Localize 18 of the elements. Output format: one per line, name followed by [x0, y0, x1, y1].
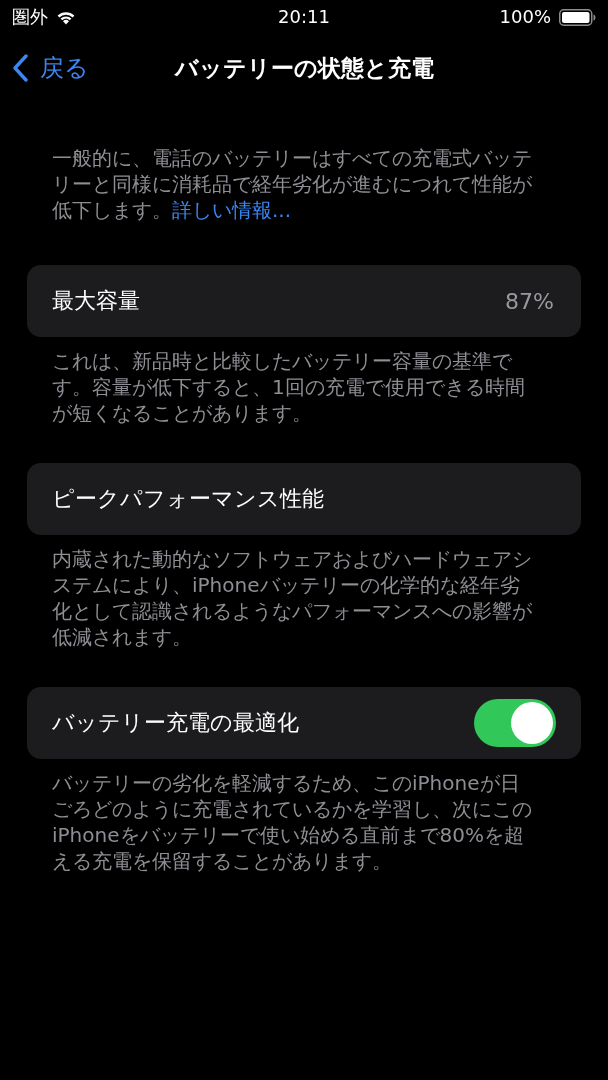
wifi-icon	[56, 9, 76, 25]
row-label: 最大容量	[52, 287, 140, 315]
more-info-link[interactable]: 詳しい情報...	[172, 198, 292, 222]
battery-percent: 100%	[499, 6, 551, 28]
intro-text: 一般的に、電話のバッテリーはすべての充電式バッテリーと同様に消耗品で経年劣化が進むにつれて性能が低下します。詳しい情報...	[51, 145, 533, 223]
row-label: バッテリー充電の最適化	[52, 709, 299, 737]
back-button[interactable]: 戻る	[12, 52, 89, 84]
toggle-switch[interactable]	[474, 699, 556, 747]
footer-text: 内蔵された動的なソフトウェアおよびハードウェアシステムにより、iPhoneバッテリーの化学的な経年劣化として認識されるようなパフォーマンスへの影響が低減されます。	[51, 546, 533, 650]
nav-title: バッテリーの状態と充電	[174, 53, 434, 83]
footer-text: これは、新品時と比較したバッテリー容量の基準です。容量が低下すると、1回の充電で使用できる時間が短くなることがあります。	[51, 348, 526, 426]
chevron-left-icon	[12, 54, 28, 82]
capacity-value: 87%	[505, 288, 554, 314]
carrier-text: 圏外	[12, 6, 48, 28]
footer-text: バッテリーの劣化を軽減するため、このiPhoneが日ごろどのように充電されているかを学習し、次にこのiPhoneをバッテリーで使い始める直前まで80%を超える充電を保留することがあります。	[51, 770, 533, 874]
row-label: ピークパフォーマンス性能	[52, 485, 324, 513]
status-time: 20:11	[278, 6, 330, 28]
battery-icon	[559, 8, 596, 26]
